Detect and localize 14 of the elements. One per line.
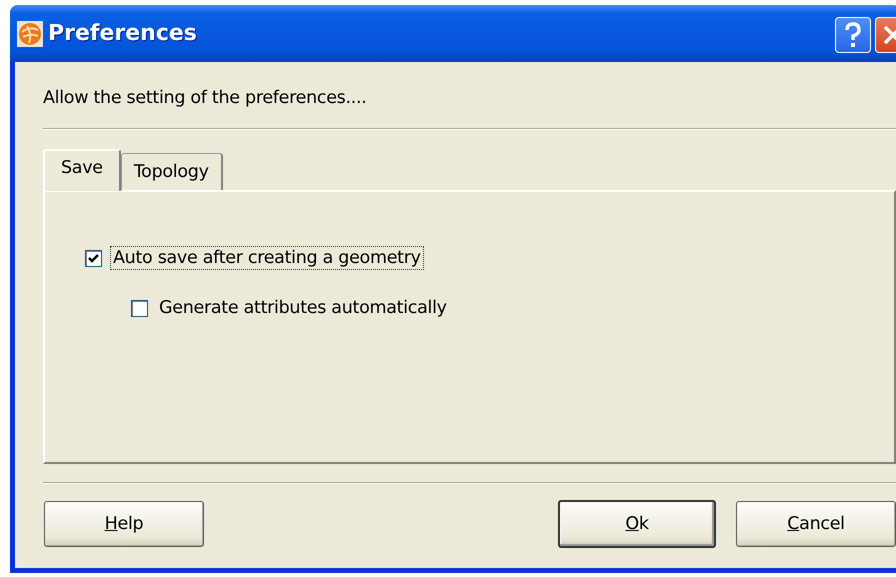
checkbox-label[interactable]: Auto save after creating a geometry bbox=[110, 246, 424, 270]
dialog-button[interactable]: Help bbox=[44, 501, 204, 547]
checkbox[interactable] bbox=[131, 300, 148, 316]
dialog-button[interactable]: Ok bbox=[558, 500, 716, 548]
checkbox-label[interactable]: Generate attributes automatically bbox=[156, 296, 450, 320]
tab[interactable]: Topology bbox=[120, 153, 223, 190]
description-text: Allow the setting of the preferences.... bbox=[43, 88, 368, 110]
dialog-button[interactable]: Cancel bbox=[736, 501, 896, 547]
checkbox[interactable] bbox=[85, 250, 102, 266]
app-logo-icon bbox=[17, 20, 43, 46]
window-title: Preferences bbox=[48, 21, 197, 46]
checkmark-icon bbox=[88, 252, 99, 264]
help-icon[interactable] bbox=[835, 17, 871, 53]
tab[interactable]: Save bbox=[43, 149, 121, 191]
